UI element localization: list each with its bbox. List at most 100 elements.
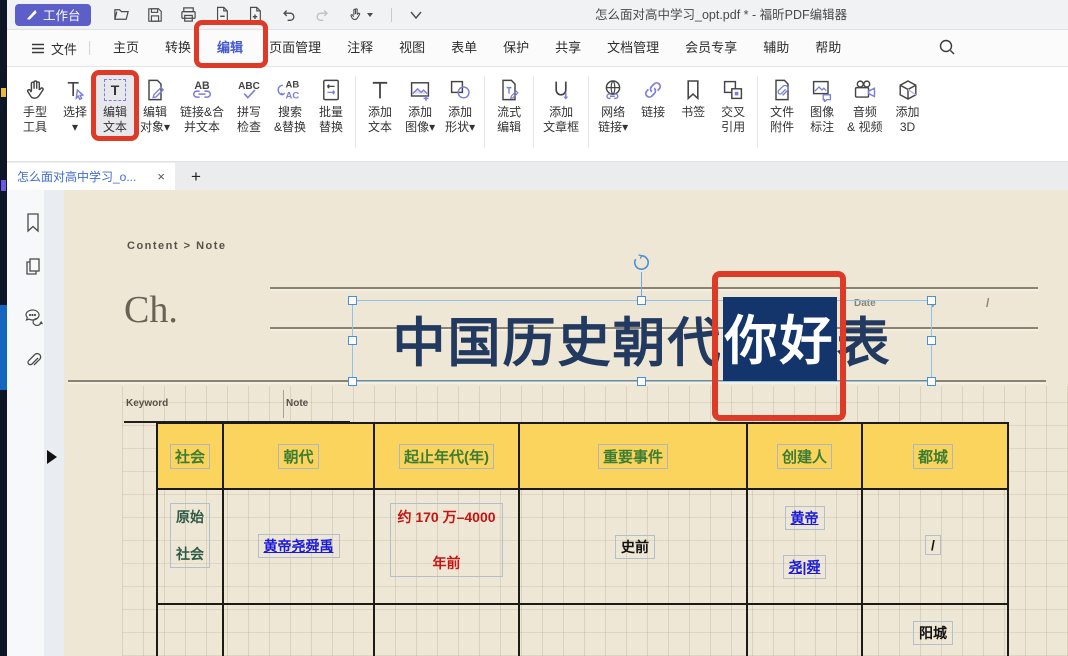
table-cell-capital[interactable]: / [925, 535, 941, 555]
header-cell[interactable]: 朝代 [278, 444, 318, 469]
tool-edit-text[interactable]: T 编辑 文本 [95, 73, 135, 137]
tool-add-text[interactable]: 添加 文本 [360, 73, 400, 137]
table-cell-founder-link[interactable]: 黄帝 [785, 506, 825, 530]
tool-add-article-box[interactable]: 添加 文章框 [538, 73, 584, 137]
bookmark-icon [681, 75, 705, 105]
toolbar-separator [533, 76, 534, 148]
undo-icon[interactable] [280, 7, 297, 23]
header-cell[interactable]: 重要事件 [598, 444, 668, 469]
resize-handle-n[interactable] [637, 296, 646, 305]
pdf-page: Content > Note Ch. Date / / 中国历史朝代你好表 Ke [64, 190, 1068, 656]
menu-item-accessibility[interactable]: 辅助 [750, 30, 802, 67]
tool-image-annotation[interactable]: 图像 标注 [802, 73, 842, 137]
header-cell[interactable]: 都城 [913, 444, 953, 469]
toolbar: 手型 工具 选择 ▾ T 编辑 文本 编辑 对象▾ AB 链接&合 并文本 [7, 67, 1068, 162]
tool-batch-replace[interactable]: 批量 替换 [311, 73, 351, 137]
resize-handle-se[interactable] [927, 377, 936, 386]
comments-panel-icon[interactable] [23, 306, 45, 332]
tool-add-3d[interactable]: 添加 3D [888, 73, 928, 137]
hamburger-icon [31, 43, 45, 54]
menu-item-membership[interactable]: 会员专享 [672, 30, 750, 67]
tool-file-attachment[interactable]: 文件 附件 [762, 73, 802, 137]
table-row: 阳城 [158, 603, 1007, 656]
resize-handle-s[interactable] [637, 377, 646, 386]
menu-item-file[interactable]: 文件 [27, 39, 81, 58]
tool-edit-object[interactable]: 编辑 对象▾ [135, 73, 175, 137]
rotation-handle-icon[interactable] [633, 254, 650, 276]
tool-bookmark[interactable]: 书签 [673, 73, 713, 122]
table-cell-event[interactable]: 史前 [615, 535, 655, 559]
tool-search-replace[interactable]: ABAC 搜索 &替换 [269, 73, 311, 137]
save-icon[interactable] [147, 7, 163, 23]
table-cell-period[interactable]: 约 170 万–4000年前 [390, 503, 502, 577]
menu-item-edit[interactable]: 编辑 [204, 30, 256, 67]
attachments-panel-icon[interactable] [23, 350, 43, 377]
tool-audio-video[interactable]: 音频 & 视频 [842, 73, 887, 137]
resize-handle-e[interactable] [927, 336, 936, 345]
pages-panel-icon[interactable] [23, 256, 43, 283]
edit-object-icon [143, 75, 167, 105]
title-selected-text: 你好 [723, 297, 837, 381]
tool-web-link[interactable]: 网络 链接▾ [593, 73, 633, 137]
tool-hand[interactable]: 手型 工具 [15, 73, 55, 137]
hand-mode-icon[interactable] [348, 7, 374, 23]
tool-link-merge-text[interactable]: AB 链接&合 并文本 [175, 73, 229, 137]
text-edit-bounding-box[interactable]: 中国历史朝代你好表 [352, 300, 932, 382]
open-file-icon[interactable] [113, 6, 130, 23]
document-tab[interactable]: 怎么面对高中学习_o... × [7, 163, 175, 190]
page-title-text[interactable]: 中国历史朝代你好表 [353, 297, 931, 381]
keyword-label: Keyword [126, 398, 168, 409]
bookmarks-panel-icon[interactable] [23, 212, 43, 239]
edit-text-icon: T [104, 75, 126, 105]
hand-icon [23, 75, 47, 105]
menu-item-help[interactable]: 帮助 [802, 30, 854, 67]
redo-icon[interactable] [314, 7, 331, 23]
more-tools-icon[interactable] [409, 10, 423, 20]
tool-add-shape[interactable]: 添加 形状▾ [440, 73, 480, 137]
print-icon[interactable] [180, 6, 197, 23]
table-cell-founder-link[interactable]: 尧|舜 [783, 555, 827, 579]
resize-handle-sw[interactable] [348, 377, 357, 386]
menu-item-view[interactable]: 视图 [386, 30, 438, 67]
insert-page-icon[interactable] [247, 6, 263, 23]
header-cell[interactable]: 社会 [170, 444, 210, 469]
menu-item-doc-management[interactable]: 文档管理 [594, 30, 672, 67]
tool-select[interactable]: 选择 ▾ [55, 73, 95, 137]
resize-handle-w[interactable] [348, 336, 357, 345]
new-tab-button[interactable]: + [191, 164, 201, 190]
toolbar-separator [355, 76, 356, 148]
menu-item-form[interactable]: 表单 [438, 30, 490, 67]
menu-item-page-management[interactable]: 页面管理 [256, 30, 334, 67]
expand-panel-arrow[interactable] [47, 450, 57, 464]
extract-page-icon[interactable] [214, 6, 230, 23]
tab-close-icon[interactable]: × [157, 169, 165, 184]
menu-item-share[interactable]: 共享 [542, 30, 594, 67]
tool-link[interactable]: 链接 [633, 73, 673, 122]
flow-edit-icon [497, 75, 521, 105]
spellcheck-icon: ABC [236, 75, 262, 105]
menu-item-comment[interactable]: 注释 [334, 30, 386, 67]
resize-handle-nw[interactable] [348, 296, 357, 305]
note-label: Note [286, 398, 308, 409]
menu-item-protect[interactable]: 保护 [490, 30, 542, 67]
header-cell[interactable]: 起止年代(年) [399, 444, 494, 469]
video-camera-icon [852, 75, 878, 105]
header-cell[interactable]: 创建人 [777, 444, 832, 469]
menu-item-convert[interactable]: 转换 [152, 30, 204, 67]
workspace-button[interactable]: 工作台 [15, 4, 91, 26]
title-pre: 中国历史朝代 [393, 301, 723, 377]
table-cell-capital[interactable]: 阳城 [913, 621, 953, 645]
search-icon[interactable] [938, 38, 956, 59]
svg-text:AB: AB [286, 80, 300, 91]
table-cell-dynasty-link[interactable]: 黄帝尧舜禹 [258, 534, 340, 558]
tool-cross-reference[interactable]: 交叉 引用 [713, 73, 753, 137]
tool-add-image[interactable]: 添加 图像▾ [400, 73, 440, 137]
menu-item-home[interactable]: 主页 [100, 30, 152, 67]
tool-flow-edit[interactable]: 流式 编辑 [489, 73, 529, 137]
table-cell-society[interactable]: 原始社会 [170, 503, 210, 568]
dropdown-caret [366, 12, 374, 18]
tool-spell-check[interactable]: ABC 拼写 检查 [229, 73, 269, 137]
tabbar: 怎么面对高中学习_o... × + [7, 162, 1068, 190]
resize-handle-ne[interactable] [927, 296, 936, 305]
web-link-icon [601, 75, 625, 105]
